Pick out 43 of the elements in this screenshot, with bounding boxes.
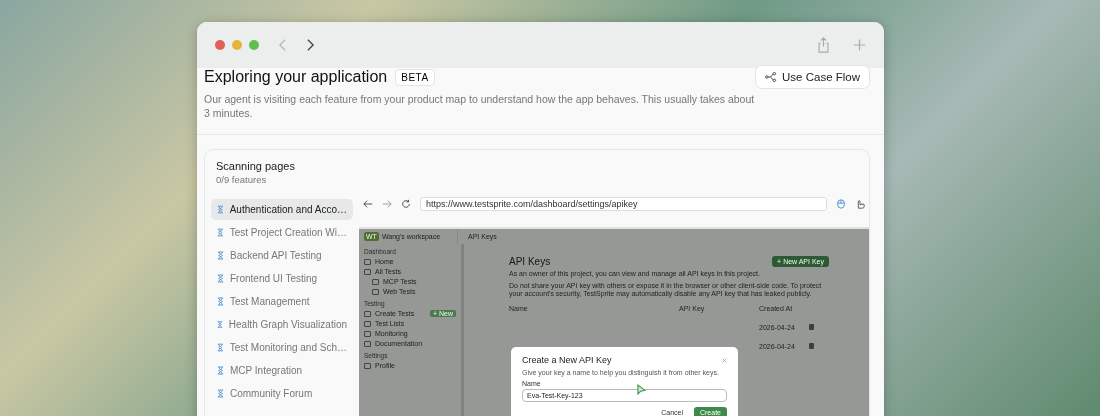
trash-icon[interactable]	[809, 343, 814, 349]
hourglass-icon	[217, 343, 224, 352]
nav-icon	[364, 362, 371, 369]
feature-item[interactable]: MCP Integration	[211, 360, 353, 381]
hourglass-icon	[217, 389, 224, 398]
hourglass-icon	[217, 366, 224, 375]
feature-count: 0/9 features	[216, 174, 268, 185]
scan-title: Scanning pages	[216, 160, 296, 172]
feature-item[interactable]: Test Management	[211, 291, 353, 312]
url-field[interactable]: https://www.testsprite.com/dashboard/settings/apikey	[420, 197, 827, 211]
feature-item[interactable]: Test Monitoring and Sch…	[211, 337, 353, 358]
back-icon[interactable]	[363, 199, 373, 209]
hourglass-icon	[217, 320, 223, 329]
dialog-title: Create a New API Key	[522, 355, 612, 365]
hourglass-icon	[217, 274, 224, 283]
close-icon[interactable]	[722, 357, 727, 363]
feature-item[interactable]: Community Forum	[211, 383, 353, 404]
zoom-icon[interactable]	[249, 40, 259, 50]
mouse-icon[interactable]	[836, 199, 846, 209]
cursor-icon	[637, 384, 646, 395]
feature-item[interactable]: Health Graph Visualization	[211, 314, 353, 335]
api-keys-heading: API Keys	[509, 256, 551, 267]
hourglass-icon	[217, 205, 224, 214]
pointer-hand-icon[interactable]	[855, 199, 865, 209]
trash-icon[interactable]	[809, 324, 814, 330]
page-title: Exploring your application	[204, 68, 388, 86]
hourglass-icon	[217, 297, 224, 306]
hourglass-icon	[217, 228, 224, 237]
forward-icon[interactable]	[306, 38, 315, 52]
feature-item[interactable]: Frontend UI Testing	[211, 268, 353, 289]
plus-icon[interactable]	[853, 37, 866, 53]
minimize-icon[interactable]	[232, 40, 242, 50]
use-case-flow-button[interactable]: Use Case Flow	[755, 65, 870, 89]
feature-item[interactable]: Backend API Testing	[211, 245, 353, 266]
share-icon[interactable]	[817, 37, 830, 53]
close-icon[interactable]	[215, 40, 225, 50]
hourglass-icon	[217, 251, 224, 260]
feature-item[interactable]: Test Project Creation Wi…	[211, 222, 353, 243]
beta-badge: BETA	[395, 68, 435, 86]
flow-icon	[765, 72, 778, 82]
feature-item[interactable]: Authentication and Acco…	[211, 199, 353, 220]
page-description: Our agent is visiting each feature from your product map to understand how the app behaves. This usually takes about 3 minutes.	[204, 92, 756, 120]
reload-icon[interactable]	[401, 199, 411, 209]
